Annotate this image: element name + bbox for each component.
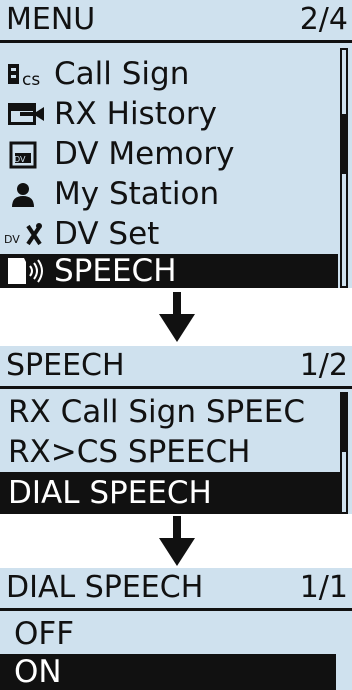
speech-header: SPEECH 1/2 [0,346,352,389]
menu-item-label: DV Memory [54,136,235,172]
menu-item-label: DV Set [54,216,160,252]
dial-speech-page-indicator: 1/1 [299,570,348,605]
down-arrow-icon [159,292,195,342]
speech-item-dial-speech[interactable]: DIAL SPEECH [0,472,340,514]
speech-page-indicator: 1/2 [299,348,348,383]
menu-scrollbar[interactable] [340,48,348,288]
down-arrow-icon [159,516,195,566]
menu-item-label: My Station [54,176,220,212]
dial-speech-title: DIAL SPEECH [6,570,204,605]
menu-item-dv-set[interactable]: DV DV Set [0,214,338,254]
speech-item-rx-cs-speech[interactable]: RX>CS SPEECH [0,432,340,472]
menu-page-indicator: 2/4 [299,2,348,37]
menu-item-label: Call Sign [54,56,190,92]
option-label: OFF [14,616,75,652]
dial-speech-header: DIAL SPEECH 1/1 [0,568,352,611]
menu-item-dv-memory[interactable]: DV DV Memory [0,134,338,174]
menu-title: MENU [6,2,96,37]
speech-scrollbar-thumb[interactable] [342,394,346,452]
dial-speech-option-off[interactable]: OFF [0,614,340,654]
speech-title: SPEECH [6,348,125,383]
speech-icon [6,254,52,295]
option-label: ON [14,654,62,690]
menu-scrollbar-thumb[interactable] [342,114,346,174]
menu-item-label: RX History [54,96,217,132]
speech-scrollbar[interactable] [340,392,348,514]
speech-item-rx-call-sign-speech[interactable]: RX Call Sign SPEEC [0,392,340,432]
speech-item-label: DIAL SPEECH [8,475,212,511]
menu-item-label: SPEECH [54,253,177,289]
menu-item-speech[interactable]: SPEECH [0,254,338,288]
speech-item-label: RX>CS SPEECH [8,434,251,470]
dial-speech-option-on[interactable]: ON [0,654,336,690]
menu-header: MENU 2/4 [0,0,352,43]
menu-item-call-sign[interactable]: cs Call Sign [0,54,338,94]
menu-item-my-station[interactable]: My Station [0,174,338,214]
speech-item-label: RX Call Sign SPEEC [8,394,306,430]
menu-item-rx-history[interactable]: RX History [0,94,338,134]
